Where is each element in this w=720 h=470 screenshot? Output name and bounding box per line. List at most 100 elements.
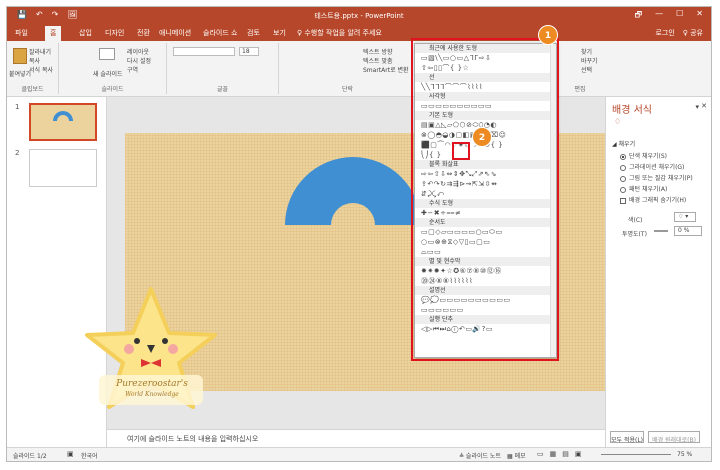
share-button[interactable]: ♀ 공유 (683, 28, 703, 38)
new-slide-icon[interactable] (99, 48, 115, 60)
select-button[interactable]: 선택 (581, 65, 592, 74)
transparency-input[interactable]: 0 % (674, 226, 702, 236)
login-link[interactable]: 로그인 (655, 28, 674, 38)
minimize-icon[interactable]: — (655, 9, 663, 23)
paste-icon[interactable] (13, 48, 27, 64)
tab-home[interactable]: 홈 (45, 26, 62, 41)
pane-options-icon[interactable]: ▾ (695, 103, 699, 111)
font-size-box[interactable]: 18 (239, 47, 259, 56)
paragraph-label: 단락 (341, 86, 354, 93)
slide-thumbnail-2[interactable] (29, 149, 97, 187)
pane-title: 배경 서식 (612, 105, 652, 116)
ribbon: 붙여넣기 잘라내기 복사 서식 복사 클립보드 새 슬라이드 레이아웃 다시 설… (7, 41, 711, 97)
watermark-line2: World Knowledge (125, 391, 179, 398)
window-title: 테스트용.pptx - PowerPoint (314, 12, 404, 20)
zoom-level[interactable]: 75 % (677, 451, 692, 458)
clipboard-group: 붙여넣기 잘라내기 복사 서식 복사 클립보드 (7, 43, 59, 94)
text-direction-button[interactable]: 텍스트 방향 (363, 47, 393, 56)
comments-button[interactable]: ▦ 메모 (507, 451, 526, 460)
smartart-button[interactable]: SmartArt로 변환 (363, 65, 409, 74)
tell-me-search[interactable]: ♀ 수행할 작업을 알려 주세요 (297, 28, 382, 38)
slides-label: 슬라이드 (101, 86, 124, 93)
pane-close-icon[interactable]: ✕ (701, 102, 707, 110)
fill-bucket-icon[interactable]: ♢ (614, 117, 621, 126)
font-label: 글꼴 (216, 86, 229, 93)
layout-button[interactable]: 레이아웃 (127, 47, 149, 56)
slide-number: 1 (15, 103, 20, 111)
title-bar: 💾 ↶ ↷ 🖼 테스트용.pptx - PowerPoint 🗗 — ☐ ✕ (7, 7, 711, 24)
radio-icon (620, 153, 626, 160)
window-controls: 🗗 — ☐ ✕ (635, 9, 703, 23)
paragraph-group: 텍스트 방향 텍스트 맞춤 SmartArt로 변환 단락 (279, 43, 417, 94)
highlight-box-block-arc (452, 142, 470, 160)
color-picker-button[interactable]: ♢ ▾ (674, 212, 696, 222)
close-icon[interactable]: ✕ (696, 9, 703, 23)
tab-animations[interactable]: 애니메이션 (159, 28, 191, 38)
cut-button[interactable]: 잘라내기 (29, 47, 51, 56)
picture-fill-option[interactable]: 그림 또는 질감 채우기(P) (620, 173, 693, 182)
slide-indicator: 슬라이드 1/2 (13, 453, 47, 460)
tab-insert[interactable]: 삽입 (79, 28, 92, 38)
hide-background-checkbox[interactable]: 배경 그래픽 숨기기(H) (620, 195, 686, 204)
slide-number: 2 (15, 149, 20, 157)
slide-thumbnail-1[interactable] (29, 103, 97, 141)
solid-fill-option[interactable]: 단색 채우기(S) (620, 151, 667, 160)
highlight-box-gallery (411, 38, 559, 361)
thumbnail-arc (53, 111, 73, 121)
tab-review[interactable]: 검토 (247, 28, 260, 38)
maximize-icon[interactable]: ☐ (676, 9, 683, 23)
checkbox-icon (620, 197, 626, 204)
editing-label: 편집 (574, 86, 586, 93)
new-slide-button[interactable]: 새 슬라이드 (93, 69, 123, 78)
replace-button[interactable]: 바꾸기 (581, 56, 598, 65)
radio-icon (620, 164, 626, 171)
apply-all-button[interactable]: 모두 적용(L) (610, 431, 644, 444)
ribbon-tabs: 파일 홈 삽입 디자인 전환 애니메이션 슬라이드 쇼 검토 보기 ♀ 수행할 … (7, 24, 711, 41)
reset-button[interactable]: 다시 설정 (127, 56, 151, 65)
spellcheck-icon[interactable]: ▣ (67, 450, 74, 458)
radio-icon (620, 186, 626, 193)
align-text-button[interactable]: 텍스트 맞춤 (363, 56, 393, 65)
ribbon-display-icon[interactable]: 🗗 (635, 9, 643, 23)
hide-background-label: 배경 그래픽 숨기기(H) (629, 197, 687, 204)
fill-section-label: 채우기 (618, 141, 636, 148)
copy-button[interactable]: 복사 (29, 56, 40, 65)
notes-area[interactable]: 여기에 슬라이드 노트의 내용을 입력하십시오 (107, 429, 605, 447)
font-group: 18 글꼴 (167, 43, 279, 94)
pattern-fill-option[interactable]: 패턴 채우기(A) (620, 184, 667, 193)
slides-group: 새 슬라이드 레이아웃 다시 설정 구역 슬라이드 (59, 43, 167, 94)
radio-icon (620, 175, 626, 182)
watermark-line1: Purezeroostar's (116, 379, 188, 389)
tab-design[interactable]: 디자인 (105, 28, 124, 38)
solid-fill-label: 단색 채우기(S) (629, 153, 667, 160)
gradient-fill-label: 그라데이션 채우기(G) (629, 164, 685, 171)
tab-transitions[interactable]: 전환 (137, 28, 150, 38)
editing-group: 찾기 바꾸기 선택 편집 (555, 43, 605, 94)
view-buttons[interactable]: ▭▦▤▣ (537, 450, 587, 458)
status-bar: 슬라이드 1/2 ▣ 한국어 ≜ 슬라이드 노트 ▦ 메모 ▭▦▤▣ 75 % (7, 447, 711, 461)
find-button[interactable]: 찾기 (581, 47, 592, 56)
powerpoint-window: 💾 ↶ ↷ 🖼 테스트용.pptx - PowerPoint 🗗 — ☐ ✕ 파… (6, 6, 712, 462)
paste-button[interactable]: 붙여넣기 (9, 69, 31, 78)
callout-badge-2: 2 (472, 127, 492, 147)
gradient-fill-option[interactable]: 그라데이션 채우기(G) (620, 162, 684, 171)
color-label: 색(C) (628, 217, 643, 224)
transparency-label: 투명도(T) (622, 231, 647, 238)
pattern-fill-label: 패턴 채우기(A) (629, 186, 668, 193)
section-button[interactable]: 구역 (127, 65, 138, 74)
language-indicator[interactable]: 한국어 (81, 451, 98, 460)
zoom-slider[interactable] (601, 454, 671, 455)
star-mascot-watermark: Purezeroostar's World Knowledge (81, 283, 221, 413)
notes-button[interactable]: ≜ 슬라이드 노트 (459, 451, 501, 460)
font-name-box[interactable] (173, 47, 235, 56)
fill-section-header[interactable]: ◢ 채우기 (612, 139, 635, 148)
tab-slideshow[interactable]: 슬라이드 쇼 (203, 28, 237, 38)
transparency-slider[interactable] (654, 230, 668, 232)
reset-background-button[interactable]: 배경 원래대로(B) (648, 431, 700, 444)
tab-file[interactable]: 파일 (15, 28, 28, 38)
picture-fill-label: 그림 또는 질감 채우기(P) (629, 175, 693, 182)
clipboard-label: 클립보드 (21, 86, 44, 93)
format-painter-button[interactable]: 서식 복사 (29, 65, 53, 74)
format-background-pane: 배경 서식 ▾ ✕ ♢ ◢ 채우기 단색 채우기(S) 그라데이션 채우기(G)… (605, 97, 711, 447)
tab-view[interactable]: 보기 (273, 28, 286, 38)
